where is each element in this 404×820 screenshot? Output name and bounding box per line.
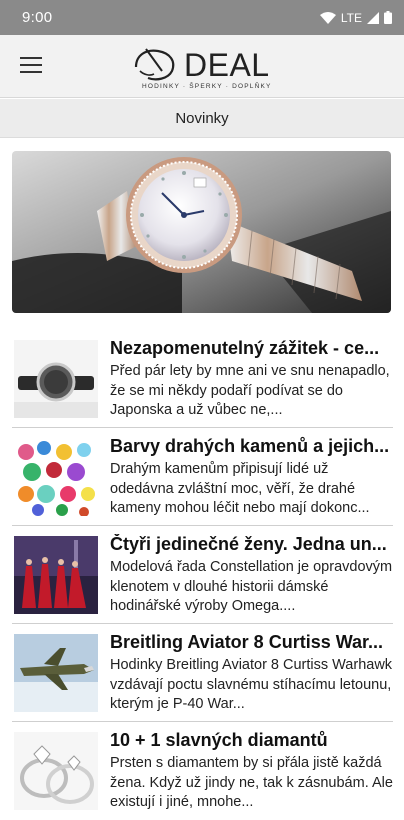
list-item[interactable]: Čtyři jedinečné ženy. Jedna un... Modelo…	[12, 526, 393, 624]
article-thumbnail	[14, 340, 98, 418]
section-header: Novinky	[0, 99, 404, 138]
article-excerpt: Před pár lety by mne ani ve snu nenapadl…	[110, 363, 390, 418]
network-label: LTE	[340, 10, 362, 25]
logo-tagline: HODINKY · ŠPERKY · DOPLŇKY	[142, 83, 272, 90]
watch-thumbnail-image	[14, 340, 98, 418]
section-title: Novinky	[175, 109, 229, 127]
article-thumbnail	[14, 732, 98, 810]
hero-banner[interactable]	[12, 151, 391, 313]
article-title: Čtyři jedinečné ženy. Jedna un...	[110, 534, 387, 554]
logo-wordmark: DEAL	[184, 47, 270, 83]
logo-mark-icon	[134, 48, 175, 81]
article-excerpt: Hodinky Breitling Aviator 8 Curtiss Warh…	[110, 657, 393, 712]
article-excerpt: Prsten s diamantem by si přála jistě kaž…	[110, 755, 393, 810]
list-item[interactable]: 10 + 1 slavných diamantů Prsten s diaman…	[12, 722, 393, 820]
women-thumbnail-image	[14, 536, 98, 614]
article-thumbnail	[14, 634, 98, 712]
diamond-ring-thumbnail-image	[14, 732, 98, 810]
status-time: 9:00	[22, 9, 53, 26]
article-title: 10 + 1 slavných diamantů	[110, 730, 328, 750]
article-title: Breitling Aviator 8 Curtiss War...	[110, 632, 384, 652]
article-title: Nezapomenutelný zážitek - ce...	[110, 338, 380, 358]
deal-logo[interactable]: DEAL HODINKY · ŠPERKY · DOPLŇKY	[132, 43, 277, 93]
article-title: Barvy drahých kamenů a jejich...	[110, 436, 390, 456]
article-thumbnail	[14, 536, 98, 614]
hero-watch-image	[12, 151, 391, 313]
status-bar: 9:00 LTE	[0, 0, 404, 35]
status-icons: LTE	[319, 10, 392, 25]
menu-icon[interactable]	[20, 57, 42, 75]
article-excerpt: Drahým kamenům připisují lidé už odedávn…	[110, 461, 370, 516]
list-item[interactable]: Barvy drahých kamenů a jejich... Drahým …	[12, 428, 393, 526]
article-list: Nezapomenutelný zážitek - ce... Před pár…	[12, 330, 393, 820]
wifi-icon	[319, 11, 336, 24]
gemstones-thumbnail-image	[14, 438, 98, 516]
signal-icon	[367, 11, 379, 24]
aircraft-thumbnail-image	[14, 634, 98, 712]
article-thumbnail	[14, 438, 98, 516]
battery-icon	[384, 11, 392, 24]
list-item[interactable]: Breitling Aviator 8 Curtiss War... Hodin…	[12, 624, 393, 722]
app-bar: DEAL HODINKY · ŠPERKY · DOPLŇKY	[0, 35, 404, 98]
article-excerpt: Modelová řada Constellation je opravdový…	[110, 559, 393, 614]
list-item[interactable]: Nezapomenutelný zážitek - ce... Před pár…	[12, 330, 393, 428]
